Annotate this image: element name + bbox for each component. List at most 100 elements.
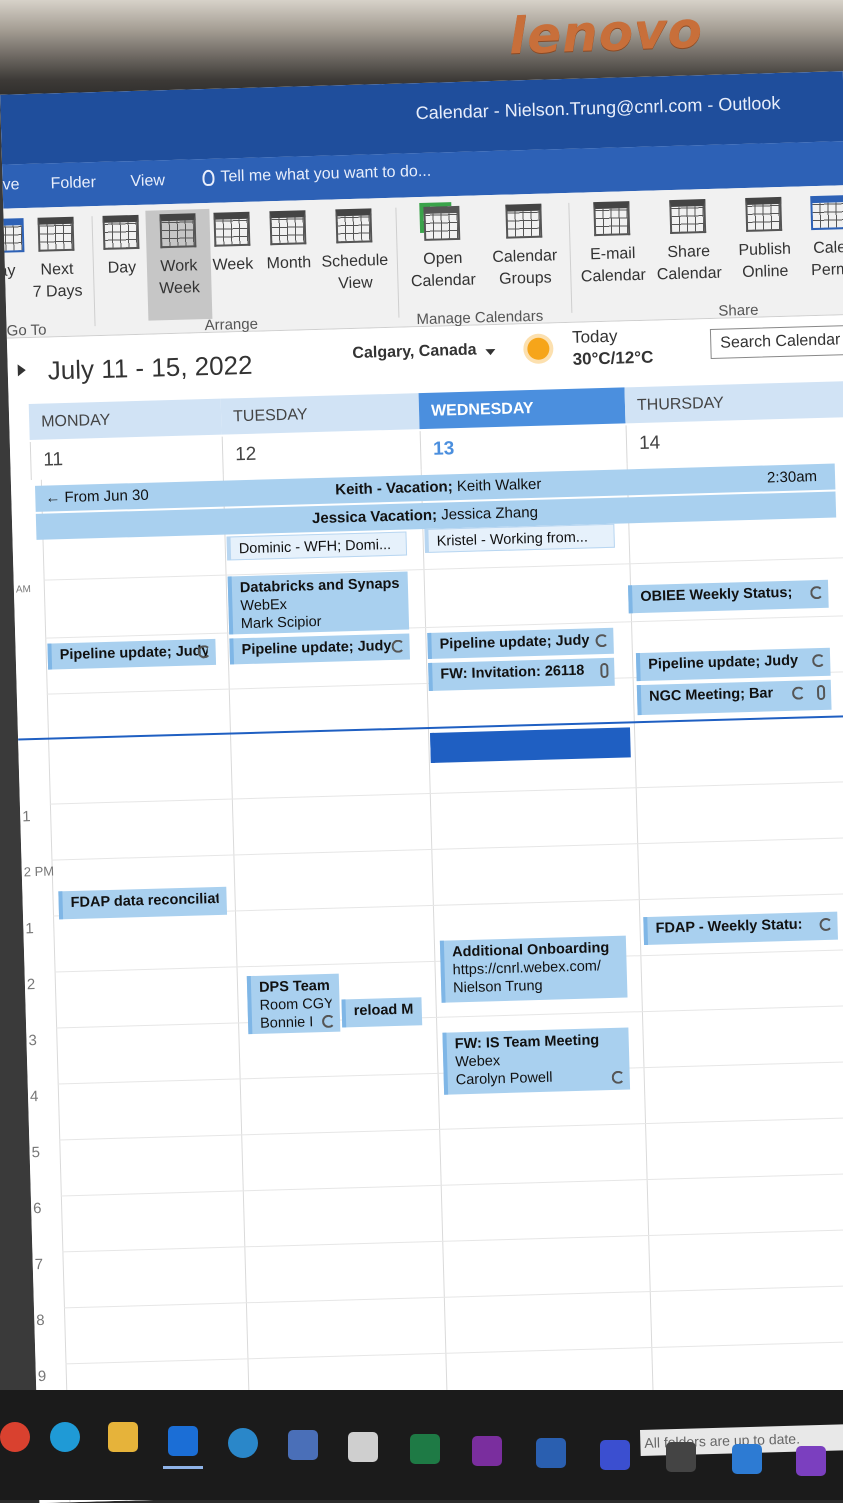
terminal-icon[interactable] (666, 1442, 696, 1472)
excel-icon[interactable] (410, 1434, 440, 1464)
event-reload[interactable]: reload Ma (341, 997, 423, 1028)
attachment-icon (816, 684, 826, 701)
share-calendar-icon (669, 199, 707, 235)
divider (63, 1284, 843, 1309)
calendar-today-icon (0, 218, 25, 254)
calendar-next7-icon (37, 216, 75, 252)
day-header-tuesday[interactable]: TUESDAY (220, 393, 420, 435)
hour-label: 9 (37, 1367, 47, 1386)
calendar-month-icon (269, 210, 307, 246)
event-pipeline-update-thu[interactable]: Pipeline update; Judy (635, 647, 831, 682)
window-title: Calendar - Nielson.Trung@cnrl.com - Outl… (415, 92, 781, 124)
hour-label: 2 PM (23, 863, 55, 880)
search-calendar-input[interactable]: Search Calendar (709, 324, 843, 359)
next-7-days-button[interactable]: Next 7 Days (23, 212, 90, 324)
power-automate-icon[interactable] (600, 1440, 630, 1470)
email-calendar-icon (593, 201, 631, 237)
expand-arrow-icon[interactable] (17, 364, 26, 377)
open-calendar-icon (423, 205, 461, 241)
tell-me-text: Tell me what you want to do... (220, 162, 432, 186)
sun-icon (527, 337, 550, 361)
calendar-day-icon (102, 214, 140, 250)
day-number-12[interactable]: 12 (221, 431, 421, 475)
day-header-thursday[interactable]: THURSDAY (624, 380, 843, 424)
event-kristel-working[interactable]: Kristel - Working from... (424, 523, 615, 554)
settings-app-icon[interactable] (288, 1430, 318, 1460)
divider (40, 479, 71, 1503)
email-calendar-button[interactable]: E-mail Calendar (575, 197, 650, 309)
hour-label: 1 (22, 808, 31, 826)
open-calendar-button[interactable]: Open Calendar (403, 201, 482, 313)
day-number-14[interactable]: 14 (625, 418, 843, 464)
event-dominic-wfh[interactable]: Dominic - WFH; Domi... (226, 531, 408, 561)
calendar-groups-button[interactable]: Calendar Groups (485, 199, 564, 311)
schedule-view-button[interactable]: Schedule View (317, 204, 392, 316)
day-number-11[interactable]: 11 (29, 436, 223, 480)
recurring-icon (321, 1014, 336, 1029)
weather-location[interactable]: Calgary, Canada (352, 342, 477, 363)
lightbulb-icon (202, 169, 215, 187)
tell-me-box[interactable]: Tell me what you want to do... (202, 163, 431, 187)
calculator-icon[interactable] (348, 1432, 378, 1462)
hour-label: 4 (29, 1088, 39, 1106)
ribbon: ay Next 7 Days Day Work Week Week Month Sc… (0, 184, 843, 340)
divider (56, 1004, 843, 1029)
calendar-week-icon (213, 211, 251, 247)
chrome-icon[interactable] (0, 1422, 30, 1452)
event-dps-team[interactable]: DPS Team Room CGY- Bonnie I (246, 973, 341, 1035)
share-calendar-button[interactable]: Share Calendar (651, 195, 726, 307)
file-explorer-icon[interactable] (108, 1422, 138, 1452)
recurring-icon (391, 639, 405, 653)
hour-label: 5 (31, 1144, 41, 1162)
day-header-monday[interactable]: MONDAY (28, 398, 222, 441)
divider (43, 556, 843, 581)
menu-folder[interactable]: Folder (50, 174, 96, 193)
event-fdap-data-reconciliation[interactable]: FDAP data reconciliatio (58, 886, 228, 920)
event-obiee-weekly[interactable]: OBIEE Weekly Status; (628, 579, 829, 614)
publish-online-icon (745, 196, 783, 232)
event-pipeline-update-wed[interactable]: Pipeline update; Judy (427, 627, 614, 659)
divider (51, 836, 843, 861)
onenote-icon[interactable] (472, 1436, 502, 1466)
event-pipeline-update-tue[interactable]: Pipeline update; Judy (229, 633, 410, 665)
recurring-icon (819, 917, 833, 932)
publish-online-button[interactable]: Publish Online (727, 192, 802, 304)
weather-today: Today 30°C/12°C (571, 326, 654, 369)
divider (65, 1340, 843, 1365)
menu-move[interactable]: ve (2, 176, 19, 194)
event-fw-is-team-meeting[interactable]: FW: IS Team Meeting Webex Carolyn Powell (442, 1027, 631, 1095)
event-fw-invitation[interactable]: FW: Invitation: 26118 (428, 657, 615, 691)
attachment-icon (600, 662, 609, 679)
selected-time-slot[interactable] (430, 727, 631, 763)
edge-icon[interactable] (50, 1422, 80, 1452)
visual-studio-icon[interactable] (796, 1446, 826, 1476)
hour-label: 3 (28, 1032, 38, 1050)
outlook-window: Calendar - Nielson.Trung@cnrl.com - Outl… (0, 71, 843, 1503)
day-header-wednesday[interactable]: WEDNESDAY (418, 387, 626, 430)
calendar-workweek-icon (159, 213, 197, 249)
event-fdap-weekly-status[interactable]: FDAP - Weekly Statu: (643, 911, 838, 946)
calendar-permissions-button[interactable]: Cale Perm (803, 191, 843, 302)
event-additional-onboarding[interactable]: Additional Onboarding https://cnrl.webex… (439, 935, 628, 1003)
event-pipeline-update-mon[interactable]: Pipeline update; Judy (47, 638, 217, 670)
divider (568, 202, 573, 313)
event-ngc-meeting[interactable]: NGC Meeting; Bar (636, 679, 832, 716)
chat-icon[interactable] (228, 1428, 258, 1458)
permissions-icon (810, 195, 843, 231)
month-view-button[interactable]: Month (255, 206, 322, 318)
chevron-down-icon[interactable] (485, 348, 496, 356)
calendar-groups-icon (505, 203, 543, 239)
left-arrow-icon: ← (45, 489, 61, 507)
divider (395, 207, 400, 318)
word-icon[interactable] (536, 1438, 566, 1468)
recurring-icon (812, 653, 826, 668)
recurring-icon (197, 645, 211, 659)
outlook-icon[interactable] (168, 1426, 198, 1456)
menu-view[interactable]: View (130, 172, 165, 191)
recurring-icon (595, 633, 609, 648)
day-number-13[interactable]: 13 (419, 425, 627, 470)
date-range-title: July 11 - 15, 2022 (47, 349, 253, 386)
active-app-indicator (163, 1466, 203, 1469)
event-databricks-synapse[interactable]: Databricks and Synapse WebEx Mark Scipio… (227, 571, 410, 635)
vscode-icon[interactable] (732, 1444, 762, 1474)
